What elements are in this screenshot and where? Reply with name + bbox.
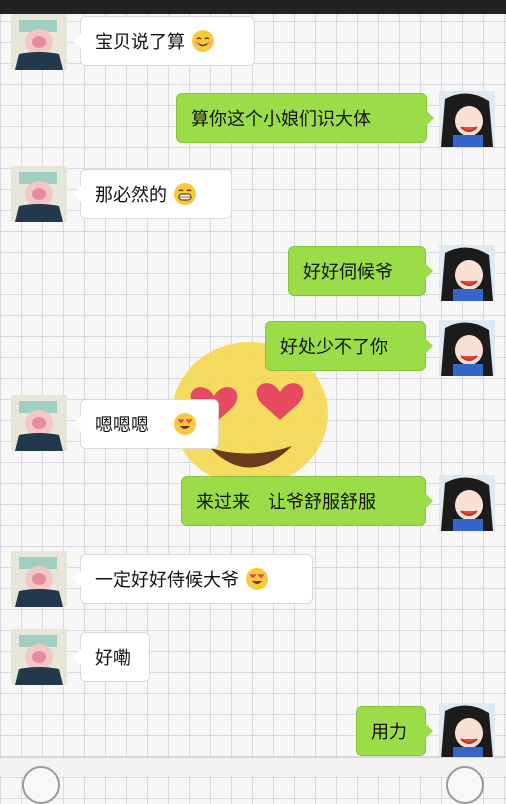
more-options-button[interactable]	[446, 766, 484, 804]
contact-avatar[interactable]	[11, 629, 67, 685]
received-message-bubble[interactable]: 宝贝说了算	[73, 16, 255, 66]
sent-message-bubble[interactable]: 好处少不了你	[265, 321, 433, 371]
input-toolbar	[0, 757, 506, 804]
status-bar	[0, 0, 506, 14]
message-text: 一定好好侍候大爷	[95, 570, 239, 591]
heart-eyes-icon	[174, 413, 196, 435]
sent-message-bubble[interactable]: 好好伺候爷	[288, 246, 433, 296]
contact-avatar[interactable]	[11, 551, 67, 607]
message-text: 嗯嗯嗯	[95, 415, 149, 436]
user-avatar[interactable]	[439, 245, 495, 301]
user-avatar[interactable]	[439, 320, 495, 376]
voice-toggle-button[interactable]	[22, 766, 60, 804]
message-text: 用力	[371, 722, 407, 743]
sent-message-bubble[interactable]: 算你这个小娘们识大体	[176, 93, 434, 143]
sent-message-bubble[interactable]: 用力	[356, 706, 433, 756]
contact-avatar[interactable]	[11, 14, 67, 70]
message-text: 好处少不了你	[280, 337, 388, 358]
received-message-bubble[interactable]: 那必然的	[73, 169, 232, 219]
sent-message-bubble[interactable]: 来过来 让爷舒服舒服	[181, 476, 433, 526]
grinning-face-icon	[174, 183, 196, 205]
heart-eyes-icon	[246, 568, 268, 590]
contact-avatar[interactable]	[11, 395, 67, 451]
received-message-bubble[interactable]: 一定好好侍候大爷	[73, 554, 313, 604]
contact-avatar[interactable]	[11, 166, 67, 222]
message-text: 算你这个小娘们识大体	[191, 109, 371, 130]
message-text: 好好伺候爷	[303, 262, 393, 283]
user-avatar[interactable]	[439, 703, 495, 759]
received-message-bubble[interactable]: 好嘞	[73, 632, 150, 682]
user-avatar[interactable]	[439, 475, 495, 531]
message-text: 好嘞	[95, 648, 131, 669]
received-message-bubble[interactable]: 嗯嗯嗯	[73, 399, 219, 449]
message-text: 宝贝说了算	[95, 32, 185, 53]
user-avatar[interactable]	[439, 91, 495, 147]
message-text: 来过来	[196, 492, 250, 513]
message-text: 让爷舒服舒服	[268, 492, 376, 513]
smiling-face-icon	[192, 30, 214, 52]
message-text: 那必然的	[95, 185, 167, 206]
